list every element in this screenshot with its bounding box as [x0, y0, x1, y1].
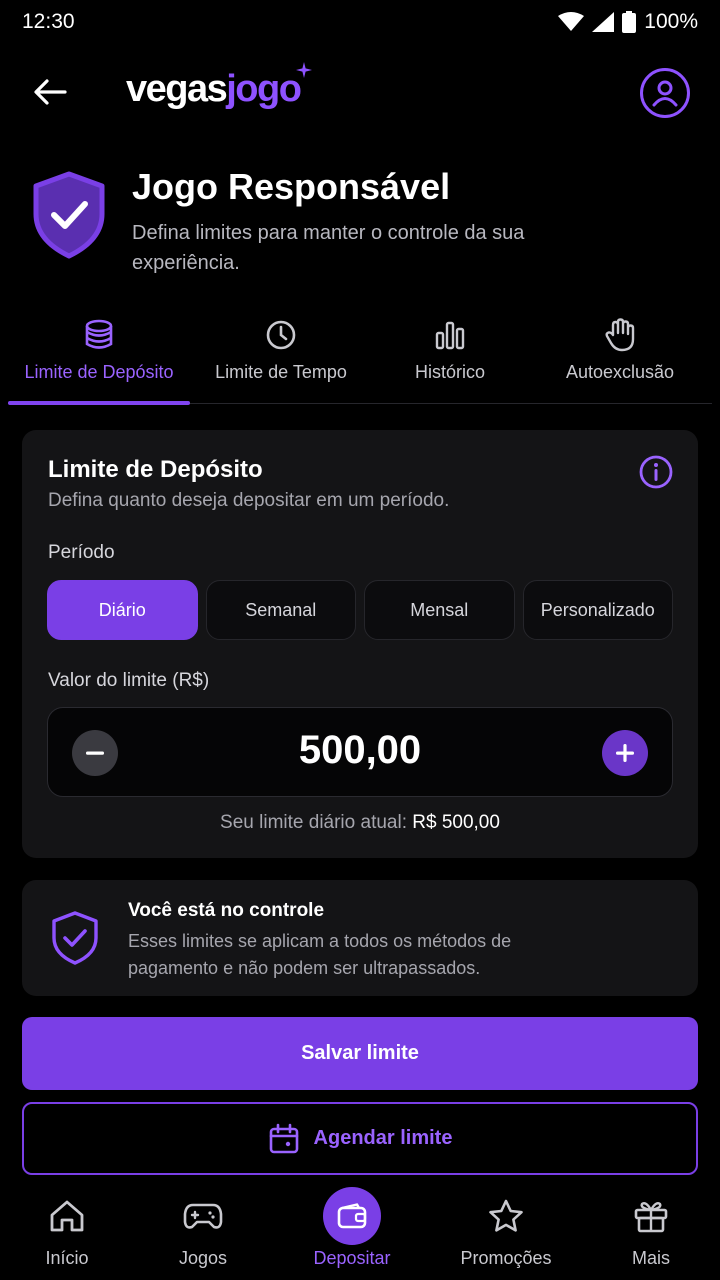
current-limit-value: R$ 500,00	[412, 812, 500, 833]
nav-label: Jogos	[178, 1248, 228, 1268]
nav-label: Promoções	[460, 1248, 552, 1268]
calendar-icon	[269, 1123, 298, 1153]
card-subtitle: Defina quanto deseja depositar em um per…	[48, 490, 450, 511]
tab-autoexclusao[interactable]: Autoexclusão	[528, 308, 712, 404]
arrow-left-icon	[34, 79, 67, 105]
active-nav-bubble	[323, 1187, 381, 1245]
tab-limite-deposito[interactable]: Limite de Depósito	[8, 308, 190, 405]
nav-promocoes[interactable]: Promoções	[446, 1184, 566, 1280]
tab-bar: Limite de Depósito Limite de Tempo Histó…	[8, 308, 712, 405]
tab-label: Autoexclusão	[565, 362, 675, 382]
limit-value-input[interactable]: 500,00	[48, 728, 672, 773]
app-header: vegas jogo	[0, 56, 720, 128]
limit-value-label: Valor do limite (R$)	[48, 670, 210, 691]
wallet-icon	[337, 1203, 367, 1229]
page-title: Jogo Responsável	[132, 166, 451, 207]
nav-label: Depositar	[313, 1248, 391, 1268]
period-weekly-button[interactable]: Semanal	[205, 580, 356, 640]
sparkle-icon	[296, 62, 313, 78]
coins-stack-icon	[85, 319, 113, 349]
bar-chart-icon	[435, 321, 465, 350]
tab-limite-tempo[interactable]: Limite de Tempo	[190, 308, 372, 404]
user-icon	[652, 80, 678, 107]
schedule-label: Agendar limite	[313, 1127, 453, 1149]
bottom-nav: Início Jogos Depositar Promoções Mais	[0, 1184, 720, 1280]
tab-label: Histórico	[414, 362, 485, 382]
clock-icon	[266, 320, 296, 350]
battery-level: 100%	[644, 10, 698, 33]
tab-historico[interactable]: Histórico	[372, 308, 528, 404]
gamepad-icon	[183, 1203, 223, 1229]
current-limit-prefix: Seu limite diário atual:	[220, 812, 407, 833]
period-custom-button[interactable]: Personalizado	[522, 580, 673, 640]
nav-label: Mais	[631, 1248, 670, 1268]
notice-text: Esses limites se aplicam a todos os méto…	[128, 931, 512, 978]
current-limit-text: Seu limite diário atual: R$ 500,00	[22, 812, 698, 834]
info-icon[interactable]	[638, 454, 674, 490]
profile-button[interactable]	[640, 68, 690, 118]
nav-label: Início	[45, 1248, 89, 1268]
card-title: Limite de Depósito	[48, 456, 263, 483]
wifi-icon	[558, 12, 585, 31]
control-notice-card: Você está no controle Esses limites se a…	[22, 880, 698, 996]
hero-section: Jogo Responsável Defina limites para man…	[0, 166, 720, 286]
shield-check-icon	[33, 171, 105, 259]
home-icon	[50, 1200, 84, 1232]
signal-icon	[592, 12, 615, 32]
increase-button[interactable]	[602, 730, 648, 776]
status-bar: 12:30 100%	[0, 0, 720, 44]
period-monthly-button[interactable]: Mensal	[364, 580, 515, 640]
save-limit-button[interactable]: Salvar limite	[22, 1017, 698, 1090]
app-logo: vegas jogo	[126, 62, 313, 111]
notice-title: Você está no controle	[128, 900, 325, 921]
tab-label: Limite de Tempo	[215, 362, 347, 382]
nav-mais[interactable]: Mais	[591, 1184, 711, 1280]
nav-jogos[interactable]: Jogos	[143, 1184, 263, 1280]
period-selector: Diário Semanal Mensal Personalizado	[47, 580, 673, 640]
tab-label: Limite de Depósito	[24, 362, 174, 382]
deposit-limit-card: Limite de Depósito Defina quanto deseja …	[22, 430, 698, 858]
nav-depositar[interactable]: Depositar	[292, 1184, 412, 1280]
status-time: 12:30	[22, 10, 75, 33]
plus-icon	[616, 744, 634, 762]
logo-text-jogo: jogo	[226, 68, 302, 110]
battery-icon	[622, 11, 637, 33]
period-daily-button[interactable]: Diário	[47, 580, 198, 640]
nav-inicio[interactable]: Início	[7, 1184, 127, 1280]
shield-check-icon	[52, 911, 98, 965]
page-subtitle: Defina limites para manter o controle da…	[132, 222, 525, 274]
schedule-limit-button[interactable]: Agendar limite	[22, 1102, 698, 1175]
gift-icon	[634, 1202, 668, 1233]
star-icon	[489, 1199, 523, 1232]
limit-value-stepper: 500,00	[47, 707, 673, 797]
status-icons: 100%	[558, 10, 698, 34]
period-label: Período	[48, 542, 115, 563]
back-button[interactable]	[28, 72, 72, 112]
hand-stop-icon	[605, 318, 635, 352]
logo-text-vegas: vegas	[126, 68, 228, 110]
